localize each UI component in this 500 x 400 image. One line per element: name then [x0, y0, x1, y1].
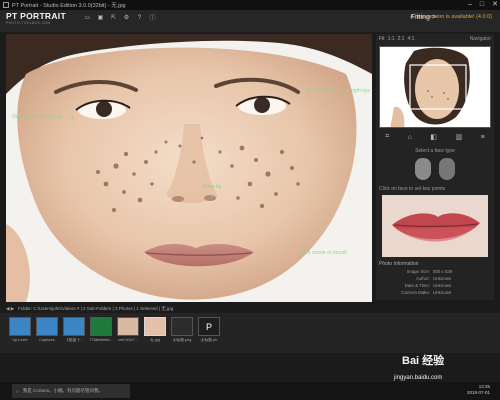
filmstrip-label: 7788ebfe6d...: [89, 338, 113, 342]
lips-guide-illustration: [382, 195, 488, 257]
info-value: 500 x 539: [433, 269, 453, 274]
navigator-bar: Fit 1:1 2:1 4:1 Navigator: [376, 34, 494, 44]
filmstrip-label: 无标题.ph: [200, 338, 218, 342]
info-row: Camera Make: Unknown: [376, 290, 494, 295]
keypoint-label-nose-tip: Nose tip: [203, 184, 222, 190]
retouch-icon[interactable]: ⌂: [408, 134, 412, 141]
info-row: Date & Time: Unknown: [376, 283, 494, 288]
navigator-image: [380, 47, 490, 127]
folder-path: Folder: C:\Users\john\Videos # | 2 Sub-F…: [18, 305, 174, 311]
settings-icon[interactable]: ⚙: [123, 14, 130, 21]
window-title: PT Portrait - Studio Edition 3.0.0(32bit…: [12, 3, 126, 9]
info-row: Image Size: 500 x 539: [376, 269, 494, 274]
folder-nav-icon[interactable]: ◀ ▶: [6, 306, 14, 312]
face-photo: [6, 34, 372, 302]
zoom-2-1-button[interactable]: 2:1: [398, 36, 405, 42]
keypoint-guide-image: [382, 195, 488, 257]
info-value: Unknown: [433, 290, 452, 295]
keypoint-marker-outer-right-eye[interactable]: +: [306, 86, 311, 94]
info-value: Unknown: [433, 283, 452, 288]
filmstrip-label: 【批量下...: [64, 338, 84, 342]
zoom-fit-button[interactable]: Fit: [379, 36, 385, 42]
filmstrip-item[interactable]: 7788ebfe6d...: [89, 317, 113, 342]
toolbar: ▭ ▣ ⇱ ⚙ ? ⓘ: [84, 14, 156, 23]
info-key: Camera Make:: [401, 290, 430, 295]
photo-thumbnail: [117, 317, 139, 336]
maximize-button[interactable]: □: [480, 0, 484, 10]
cortana-search-text: 我是 Cortana，小娜。有问题尽管问我。: [22, 388, 103, 393]
folder-icon: [63, 317, 85, 336]
folder-bar: ◀ ▶ Folder: C:\Users\john\Videos # | 2 S…: [0, 304, 500, 313]
taskbar-clock[interactable]: 13:35 2018-07-01: [467, 384, 490, 396]
watermark-brand: Bai 经验: [402, 355, 445, 367]
help-icon[interactable]: ?: [136, 14, 143, 21]
cortana-search[interactable]: ○ 我是 Cortana，小娜。有问题尽管问我。: [12, 384, 130, 398]
tool-icons-row: ⌗ ⌂ ◧ ▥ ≡: [376, 132, 494, 142]
navigator-label: Navigator: [469, 36, 491, 42]
zoom-4-1-button[interactable]: 4:1: [407, 36, 414, 42]
window-title-bar[interactable]: PT Portrait - Studio Edition 3.0.0(32bit…: [0, 0, 500, 10]
keypoint-label-outer-right-eye: Outer corner of right eye: [316, 88, 371, 94]
columns-icon[interactable]: ▥: [456, 133, 463, 141]
filmstrip-label: ceh7e5e7...: [118, 338, 138, 342]
filmstrip-item[interactable]: ceh7e5e7...: [116, 317, 140, 342]
filmstrip-item[interactable]: Up Level: [8, 317, 32, 342]
face-type-front-icon[interactable]: [415, 158, 431, 180]
folder-up-icon: [9, 317, 31, 336]
filmstrip-item[interactable]: Captures: [35, 317, 59, 342]
excel-file-icon: [90, 317, 112, 336]
set-keypoints-label: Click on face to set key points: [379, 186, 446, 192]
search-icon: ○: [16, 388, 19, 394]
face-type-side-icon[interactable]: [439, 158, 455, 180]
crop-icon[interactable]: ⌗: [385, 133, 389, 141]
right-panel: Fit 1:1 2:1 4:1 Navigator ⌗ ⌂ ◧ ▥ ≡ Sele…: [376, 34, 494, 300]
info-row: Author: Unknown: [376, 276, 494, 281]
save-icon[interactable]: ▣: [97, 14, 104, 21]
minimize-button[interactable]: –: [468, 0, 472, 10]
close-button[interactable]: ✕: [492, 0, 498, 10]
photo-canvas[interactable]: Outer corner of left eye + Outer corner …: [6, 34, 372, 302]
face-type-title: Select a face type: [415, 148, 455, 154]
info-icon[interactable]: ⓘ: [149, 14, 156, 22]
list-icon[interactable]: ≡: [481, 134, 485, 141]
logo-subtitle: PHOTO-TOOLBOX.COM: [6, 21, 51, 25]
logo-title: PT PORTRAIT: [6, 11, 66, 21]
folder-icon: [36, 317, 58, 336]
info-key: Author:: [415, 276, 430, 281]
face-type-options: [376, 158, 494, 180]
compare-icon[interactable]: ◧: [430, 133, 437, 141]
watermark-url: jingyan.baidu.com: [394, 375, 443, 381]
filmstrip: Up Level Captures 【批量下... 7788ebfe6d... …: [0, 313, 500, 353]
keypoint-label-left-mouth: Left corner of mouth: [302, 250, 347, 256]
ptp-file-icon: P: [198, 317, 220, 336]
photo-info-title: Photo Information: [379, 261, 419, 267]
clock-date: 2018-07-01: [466, 390, 490, 395]
filmstrip-label: Captures: [39, 338, 55, 342]
fitting-step[interactable]: Fitting >: [411, 14, 436, 21]
image-thumbnail: [171, 317, 193, 336]
info-key: Image Size:: [406, 269, 430, 274]
photo-thumbnail: [144, 317, 166, 336]
keypoint-marker-nose-tip[interactable]: +: [210, 192, 215, 200]
filmstrip-item-selected[interactable]: 无.jpg: [143, 317, 167, 343]
app-logo: PT PORTRAIT PHOTO-TOOLBOX.COM: [6, 11, 66, 25]
navigator-thumbnail[interactable]: [379, 46, 491, 128]
windows-taskbar: ○ 我是 Cortana，小娜。有问题尽管问我。 13:35 2018-07-0…: [0, 382, 500, 400]
export-icon[interactable]: ⇱: [110, 14, 117, 21]
keypoint-marker-outer-left-eye[interactable]: +: [70, 114, 75, 122]
window-controls: – □ ✕: [468, 0, 498, 10]
info-value: Unknown: [433, 276, 452, 281]
info-key: Date & Time:: [404, 283, 430, 288]
filmstrip-label: 无标题.png: [172, 338, 192, 342]
open-icon[interactable]: ▭: [84, 14, 91, 21]
zoom-1-1-button[interactable]: 1:1: [388, 36, 395, 42]
filmstrip-item[interactable]: P 无标题.ph: [197, 317, 221, 343]
filmstrip-label: 无.jpg: [150, 338, 160, 342]
filmstrip-label: Up Level: [12, 338, 28, 342]
app-icon: [3, 2, 9, 8]
keypoint-label-outer-left-eye: Outer corner of left eye: [12, 114, 64, 120]
filmstrip-item[interactable]: 无标题.png: [170, 317, 194, 343]
filmstrip-item[interactable]: 【批量下...: [62, 317, 86, 343]
